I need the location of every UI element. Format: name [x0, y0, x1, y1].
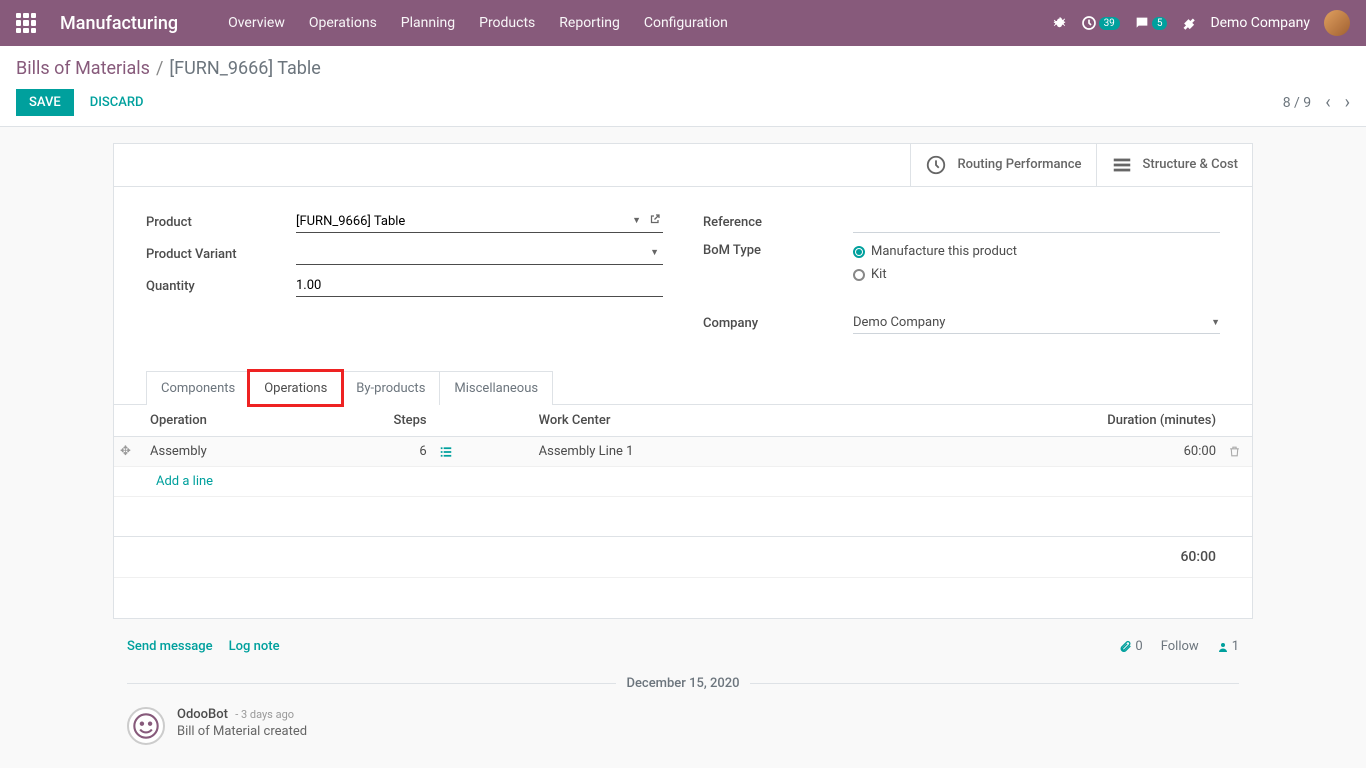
bars-icon [1111, 154, 1133, 176]
log-note-button[interactable]: Log note [229, 639, 280, 654]
product-input[interactable] [296, 211, 663, 233]
message-content: Bill of Material created [177, 724, 307, 739]
menu-products[interactable]: Products [469, 3, 545, 43]
activity-badge: 39 [1099, 17, 1120, 30]
notebook-tabs: Components Operations By-products Miscel… [146, 370, 1220, 404]
bug-icon[interactable] [1052, 16, 1067, 31]
drag-handle-icon[interactable]: ✥ [120, 444, 131, 459]
tab-operations[interactable]: Operations [249, 371, 342, 405]
menu-configuration[interactable]: Configuration [634, 3, 738, 43]
chatter: Send message Log note 0 Follow 1 Decembe… [113, 619, 1253, 751]
main-menu: Overview Operations Planning Products Re… [218, 3, 738, 43]
add-line-link[interactable]: Add a line [150, 467, 219, 496]
message-time: - 3 days ago [235, 708, 294, 721]
attachments-button[interactable]: 0 [1119, 639, 1142, 654]
form-sheet: Routing Performance Structure & Cost Pro… [113, 143, 1253, 619]
chatter-message: OdooBot - 3 days ago Bill of Material cr… [127, 701, 1239, 751]
quantity-label: Quantity [146, 279, 296, 294]
menu-operations[interactable]: Operations [299, 3, 387, 43]
bomtype-label: BoM Type [703, 243, 853, 258]
pager-text[interactable]: 8 / 9 [1283, 95, 1311, 111]
product-label: Product [146, 215, 296, 230]
control-bar: Bills of Materials / [FURN_9666] Table S… [0, 46, 1366, 127]
dropdown-icon: ▼ [1211, 317, 1220, 328]
app-brand[interactable]: Manufacturing [60, 13, 178, 34]
structure-cost-button[interactable]: Structure & Cost [1096, 144, 1253, 186]
external-link-icon[interactable] [649, 213, 661, 225]
dropdown-icon[interactable]: ▼ [650, 247, 659, 258]
col-workcenter: Work Center [533, 405, 857, 437]
breadcrumb-root[interactable]: Bills of Materials [16, 58, 150, 79]
variant-label: Product Variant [146, 247, 296, 262]
company-select[interactable]: Demo Company ▼ [853, 312, 1220, 334]
tab-components[interactable]: Components [146, 371, 250, 405]
company-label: Company [703, 316, 853, 331]
steps-list-icon[interactable] [439, 445, 467, 459]
col-duration: Duration (minutes) [856, 405, 1222, 437]
delete-row-icon[interactable] [1228, 445, 1246, 458]
follow-button[interactable]: Follow [1161, 639, 1199, 654]
save-button[interactable]: SAVE [16, 89, 74, 116]
apps-icon[interactable] [16, 13, 36, 33]
breadcrumb-current: [FURN_9666] Table [169, 58, 320, 79]
col-steps: Steps [353, 405, 433, 437]
bomtype-kit-radio[interactable]: Kit [853, 267, 1220, 282]
tab-miscellaneous[interactable]: Miscellaneous [439, 371, 553, 405]
menu-planning[interactable]: Planning [391, 3, 465, 43]
col-operation: Operation [144, 405, 353, 437]
activity-icon[interactable]: 39 [1081, 15, 1120, 31]
duration-total: 60:00 [856, 537, 1222, 578]
user-avatar[interactable] [1324, 10, 1350, 36]
routing-performance-button[interactable]: Routing Performance [910, 144, 1095, 186]
dropdown-icon[interactable]: ▼ [632, 215, 641, 226]
messaging-icon[interactable]: 5 [1134, 15, 1168, 31]
bomtype-manufacture-radio[interactable]: Manufacture this product [853, 244, 1220, 259]
chatter-date: December 15, 2020 [616, 676, 749, 691]
reference-label: Reference [703, 215, 853, 230]
quantity-input[interactable] [296, 275, 663, 297]
messaging-badge: 5 [1152, 17, 1168, 30]
clock-icon [925, 154, 947, 176]
operation-row[interactable]: ✥ Assembly 6 Assembly Line 1 60:00 [114, 437, 1252, 467]
message-author: OdooBot [177, 707, 228, 722]
send-message-button[interactable]: Send message [127, 639, 213, 654]
breadcrumb: Bills of Materials / [FURN_9666] Table [16, 58, 1350, 79]
settings-icon[interactable] [1181, 16, 1196, 31]
menu-overview[interactable]: Overview [218, 3, 295, 43]
discard-button[interactable]: DISCARD [82, 90, 152, 115]
breadcrumb-separator: / [156, 58, 163, 79]
variant-input[interactable] [296, 243, 663, 265]
pager-prev[interactable]: ‹ [1325, 92, 1330, 113]
operations-pane: Operation Steps Work Center Duration (mi… [114, 404, 1252, 618]
reference-input[interactable] [853, 211, 1220, 233]
top-navbar: Manufacturing Overview Operations Planni… [0, 0, 1366, 46]
tab-byproducts[interactable]: By-products [341, 371, 440, 405]
pager: 8 / 9 ‹ › [1283, 92, 1350, 113]
menu-reporting[interactable]: Reporting [549, 3, 630, 43]
followers-button[interactable]: 1 [1217, 639, 1239, 654]
company-switcher[interactable]: Demo Company [1210, 15, 1310, 31]
pager-next[interactable]: › [1345, 92, 1350, 113]
bot-avatar-icon [127, 707, 165, 745]
